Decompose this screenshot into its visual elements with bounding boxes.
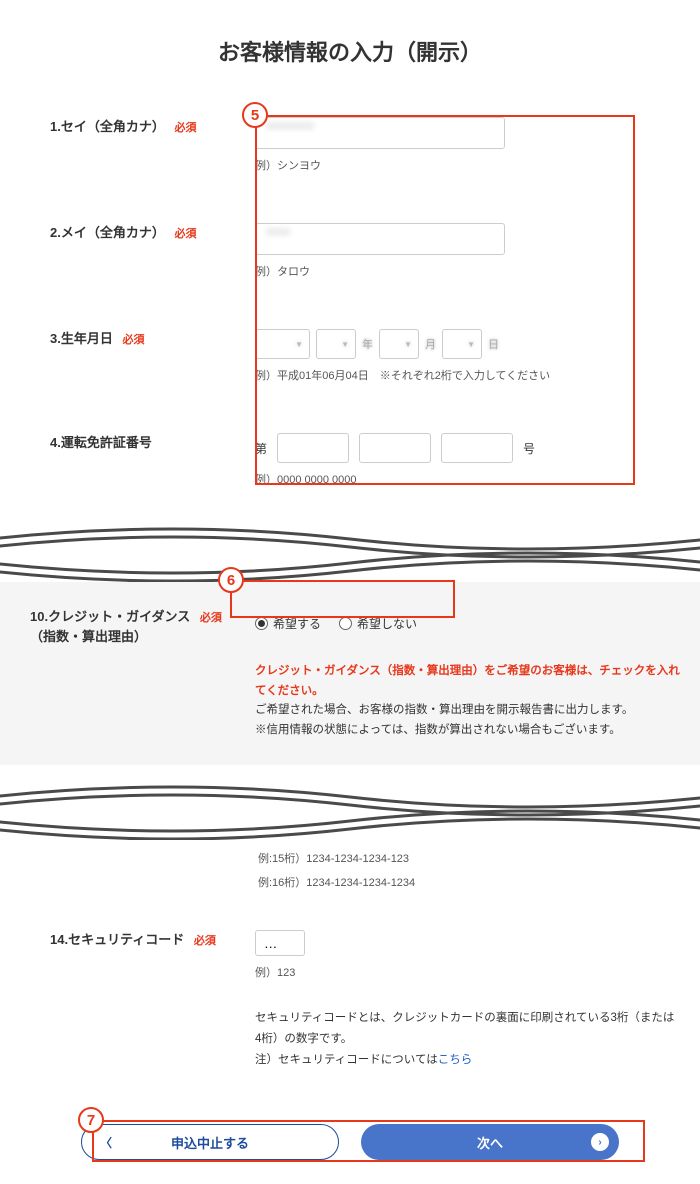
dob-day-unit: 日 bbox=[488, 336, 499, 352]
dob-group: 年 月 日 bbox=[255, 329, 680, 359]
label-dob: 3.生年月日 必須 bbox=[20, 329, 255, 383]
example-text: 例）123 bbox=[255, 964, 680, 980]
input-dob-month[interactable] bbox=[379, 329, 419, 359]
label-credit-guidance: 10.クレジット・ガイダンス 必須 （指数・算出理由） bbox=[20, 607, 255, 740]
dob-year-unit: 年 bbox=[362, 336, 373, 352]
input-security-code[interactable] bbox=[255, 930, 305, 956]
info-line: セキュリティコードとは、クレジットカードの裏面に印刷されている3桁（または4桁）… bbox=[255, 1008, 680, 1049]
required-badge: 必須 bbox=[174, 122, 196, 134]
radio-item-want[interactable]: 希望する bbox=[255, 615, 321, 632]
radio-label: 希望しない bbox=[357, 615, 417, 632]
cancel-button[interactable]: 〈 申込中止する bbox=[81, 1124, 339, 1160]
dob-month-unit: 月 bbox=[425, 336, 436, 352]
radio-icon bbox=[339, 617, 352, 630]
label-text: 4.運転免許証番号 bbox=[50, 435, 152, 450]
label-text: 10.クレジット・ガイダンス bbox=[30, 609, 190, 624]
field-firstname-kana: xxxx 例）タロウ bbox=[255, 223, 680, 279]
radio-icon bbox=[255, 617, 268, 630]
button-label: 次へ bbox=[477, 1133, 503, 1152]
label-lastname-kana: 1.セイ（全角カナ） 必須 bbox=[20, 117, 255, 173]
required-badge: 必須 bbox=[174, 228, 196, 240]
radio-group-guidance: 希望する 希望しない bbox=[255, 607, 680, 632]
callout-badge-5: 5 bbox=[242, 102, 268, 128]
example-text: 例）タロウ bbox=[255, 263, 680, 279]
input-license-3[interactable] bbox=[441, 433, 513, 463]
chevron-right-icon: › bbox=[591, 1133, 609, 1151]
chevron-left-icon: 〈 bbox=[100, 1134, 112, 1151]
callout-badge-6: 6 bbox=[218, 567, 244, 593]
security-link[interactable]: こちら bbox=[438, 1054, 473, 1066]
guidance-notice: クレジット・ガイダンス（指数・算出理由）をご希望のお客様は、チェックを入れてくだ… bbox=[255, 662, 680, 740]
label-license: 4.運転免許証番号 bbox=[20, 433, 255, 487]
card-examples: 例:15桁）1234-1234-1234-123 例:16桁）1234-1234… bbox=[0, 840, 700, 890]
button-label: 申込中止する bbox=[171, 1133, 249, 1152]
notice-line: ※信用情報の状態によっては、指数が算出されない場合もございます。 bbox=[255, 721, 680, 741]
form-panel-3: 14.セキュリティコード 必須 例）123 セキュリティコードとは、クレジットカ… bbox=[0, 890, 700, 1100]
input-lastname-kana[interactable]: xxxxxxxx bbox=[255, 117, 505, 149]
license-prefix: 第 bbox=[255, 440, 267, 457]
info-pre: 注）セキュリティコードについては bbox=[255, 1054, 438, 1066]
wave-divider-2 bbox=[0, 785, 700, 840]
example-text: 例）0000 0000 0000 bbox=[255, 471, 680, 487]
field-security-code: 例）123 セキュリティコードとは、クレジットカードの裏面に印刷されている3桁（… bbox=[255, 930, 680, 1070]
license-suffix: 号 bbox=[523, 440, 535, 457]
row-lastname-kana: 1.セイ（全角カナ） 必須 xxxxxxxx 例）シンヨウ bbox=[20, 117, 680, 173]
example-text: 例）シンヨウ bbox=[255, 157, 680, 173]
field-credit-guidance: 希望する 希望しない クレジット・ガイダンス（指数・算出理由）をご希望のお客様は… bbox=[255, 607, 680, 740]
input-dob-day[interactable] bbox=[442, 329, 482, 359]
notice-line: ご希望された場合、お客様の指数・算出理由を開示報告書に出力します。 bbox=[255, 701, 680, 721]
select-era[interactable] bbox=[255, 329, 310, 359]
row-license: 4.運転免許証番号 第 号 例）0000 0000 0000 bbox=[20, 433, 680, 487]
example-16: 例:16桁）1234-1234-1234-1234 bbox=[258, 874, 700, 890]
label-text: 3.生年月日 bbox=[50, 331, 113, 346]
label-text: 1.セイ（全角カナ） bbox=[50, 119, 165, 134]
row-firstname-kana: 2.メイ（全角カナ） 必須 xxxx 例）タロウ bbox=[20, 223, 680, 279]
example-text: 例）平成01年06月04日 ※それぞれ2桁で入力してください bbox=[255, 367, 680, 383]
field-license: 第 号 例）0000 0000 0000 bbox=[255, 433, 680, 487]
label-sub: （指数・算出理由） bbox=[30, 629, 147, 644]
label-firstname-kana: 2.メイ（全角カナ） 必須 bbox=[20, 223, 255, 279]
label-text: 14.セキュリティコード bbox=[50, 932, 184, 947]
label-security-code: 14.セキュリティコード 必須 bbox=[20, 930, 255, 1070]
row-credit-guidance: 10.クレジット・ガイダンス 必須 （指数・算出理由） 希望する 希望しない ク… bbox=[20, 607, 680, 740]
input-license-1[interactable] bbox=[277, 433, 349, 463]
input-dob-year[interactable] bbox=[316, 329, 356, 359]
radio-label: 希望する bbox=[273, 615, 321, 632]
input-license-2[interactable] bbox=[359, 433, 431, 463]
button-row: 7 〈 申込中止する 次へ › bbox=[0, 1100, 700, 1184]
field-lastname-kana: xxxxxxxx 例）シンヨウ bbox=[255, 117, 680, 173]
field-dob: 年 月 日 例）平成01年06月04日 ※それぞれ2桁で入力してください bbox=[255, 329, 680, 383]
example-15: 例:15桁）1234-1234-1234-123 bbox=[258, 850, 700, 866]
row-dob: 3.生年月日 必須 年 月 日 例）平成01年06月04日 ※それぞれ2桁で入力… bbox=[20, 329, 680, 383]
page-title: お客様情報の入力（開示） bbox=[0, 0, 700, 117]
row-security-code: 14.セキュリティコード 必須 例）123 セキュリティコードとは、クレジットカ… bbox=[20, 930, 680, 1070]
required-badge: 必須 bbox=[200, 612, 222, 624]
input-firstname-kana[interactable]: xxxx bbox=[255, 223, 505, 255]
required-badge: 必須 bbox=[122, 334, 144, 346]
info-line: 注）セキュリティコードについてはこちら bbox=[255, 1050, 680, 1071]
radio-item-notwant[interactable]: 希望しない bbox=[339, 615, 417, 632]
next-button[interactable]: 次へ › bbox=[361, 1124, 619, 1160]
form-panel-2: 6 10.クレジット・ガイダンス 必須 （指数・算出理由） 希望する 希望しない… bbox=[0, 582, 700, 765]
form-panel-1: 5 1.セイ（全角カナ） 必須 xxxxxxxx 例）シンヨウ 2.メイ（全角カ… bbox=[0, 117, 700, 527]
security-info: セキュリティコードとは、クレジットカードの裏面に印刷されている3桁（または4桁）… bbox=[255, 1008, 680, 1070]
label-text: 2.メイ（全角カナ） bbox=[50, 225, 165, 240]
wave-divider-1 bbox=[0, 527, 700, 582]
license-group: 第 号 bbox=[255, 433, 680, 463]
required-badge: 必須 bbox=[194, 935, 216, 947]
notice-red: クレジット・ガイダンス（指数・算出理由）をご希望のお客様は、チェックを入れてくだ… bbox=[255, 662, 680, 701]
